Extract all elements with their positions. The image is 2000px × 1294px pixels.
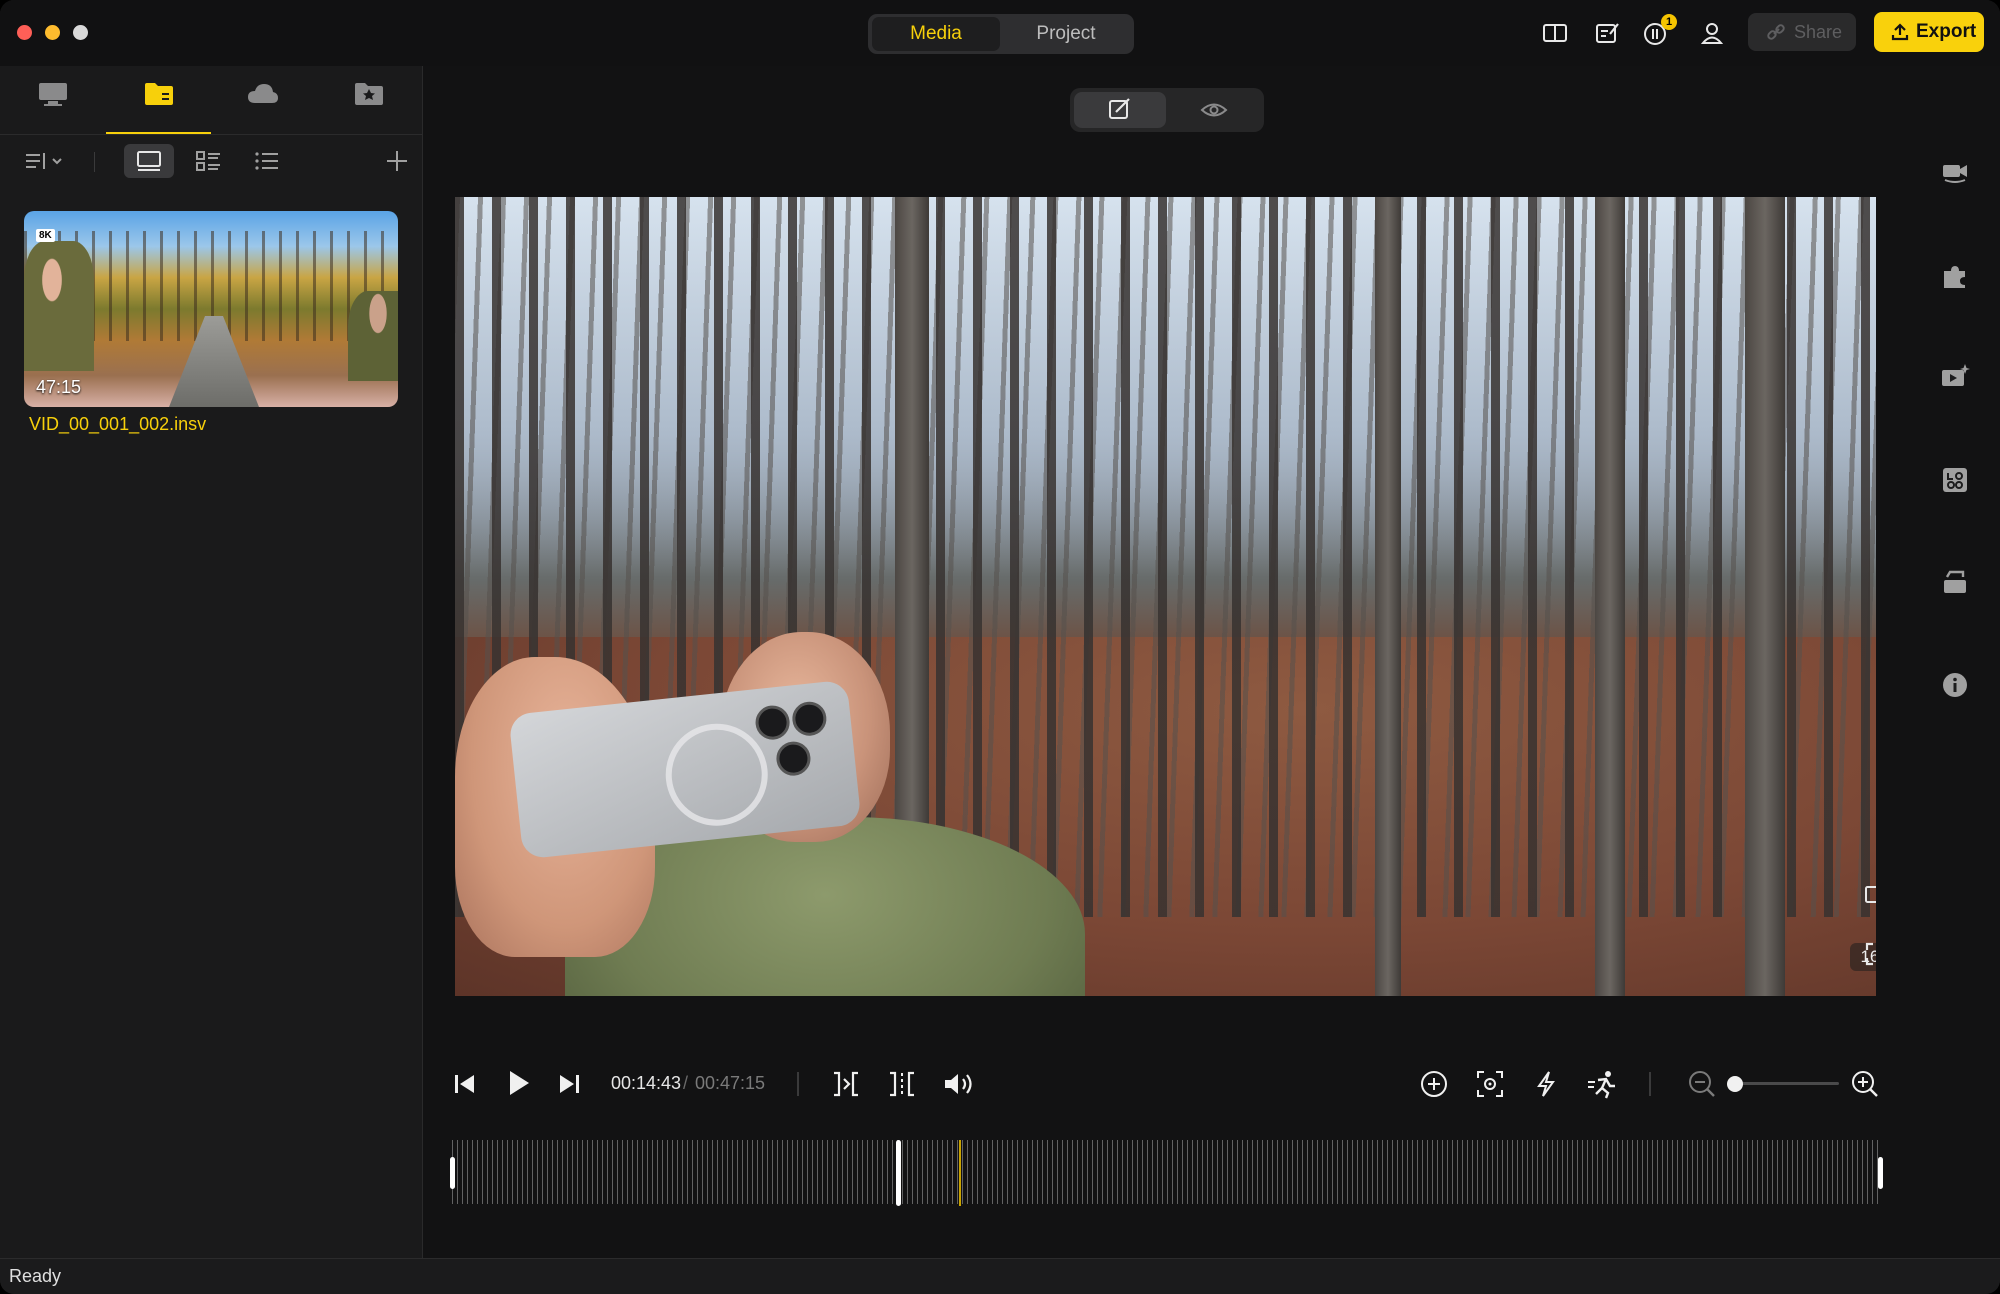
task-badge: 1 [1661,14,1677,30]
edit-mode-button[interactable] [1074,92,1166,128]
user-icon[interactable] [1697,18,1727,48]
current-time: 00:14:43 [611,1073,682,1093]
phone-magsafe-ring [660,718,773,831]
timeline-end-handle[interactable] [1878,1157,1883,1189]
info-icon[interactable] [1940,670,1970,700]
status-bar: Ready [0,1258,2000,1294]
divider [0,134,422,135]
ai-video-icon[interactable] [1940,362,1970,392]
share-label: Share [1794,22,1843,42]
preview-eye-icon [1200,103,1228,117]
local-disk-icon[interactable] [36,78,70,110]
thumbnail-person-right [348,291,398,381]
timeline-track[interactable] [452,1140,1880,1204]
tab-project[interactable]: Project [1002,17,1130,51]
video-preview[interactable]: 16:9 [455,197,1876,996]
camera-icon[interactable] [1940,156,1970,186]
link-icon [1767,24,1785,40]
zoom-slider-track[interactable] [1735,1082,1839,1085]
clip-duration: 47:15 [36,377,82,397]
skip-back-icon[interactable] [450,1070,478,1098]
divider [1649,1072,1651,1096]
logo-icon[interactable] [1940,465,1970,495]
minimize-window-button[interactable] [45,25,60,40]
share-button[interactable]: Share [1748,13,1856,51]
play-icon[interactable] [502,1066,534,1100]
total-time: 00:47:15 [695,1073,766,1093]
trim-out-icon[interactable] [886,1068,918,1100]
media-project-switch: Media Project [868,14,1134,54]
status-text: Ready [9,1266,62,1286]
upload-icon [1891,23,1909,41]
titlebar: Media Project 1 Share Export [0,0,2000,66]
folder-icon[interactable] [142,78,176,110]
add-keyframe-icon[interactable] [1419,1069,1449,1099]
phone-lens [790,700,829,738]
timeline-start-handle[interactable] [450,1157,455,1189]
close-window-button[interactable] [17,25,32,40]
export-label: Export [1916,21,1977,42]
timeline-playhead[interactable] [896,1140,901,1206]
time-separator: / [683,1073,689,1093]
video-tree-trunk [1595,197,1625,996]
divider [94,152,95,172]
app-window: Media Project 1 Share Export 8K 47:15 VI… [0,0,2000,1294]
timeline-marker [959,1140,961,1206]
preview-mode-button[interactable] [1168,92,1260,128]
media-file-name[interactable]: VID_00_001_002.insv [29,414,206,435]
tab-media[interactable]: Media [872,17,1000,51]
video-person [455,597,1135,996]
fullscreen-icon[interactable] [1864,941,1876,967]
plugin-icon[interactable] [1940,261,1970,291]
zoom-window-button[interactable] [73,25,88,40]
ai-flash-icon[interactable] [1531,1069,1561,1099]
view-large-thumbnail-button[interactable] [124,144,174,178]
media-sidebar: 8K 47:15 VID_00_001_002.insv Pr [0,66,423,1294]
speed-runner-icon[interactable] [1586,1069,1618,1099]
grid-view-icon[interactable] [192,144,226,178]
add-media-icon[interactable] [382,144,412,178]
list-view-icon[interactable] [250,144,284,178]
phone-lens [753,703,792,742]
cloud-icon[interactable] [246,78,280,110]
layers-icon[interactable] [1940,567,1970,597]
video-tree-trunk [1745,197,1785,996]
sort-menu-icon[interactable] [24,144,68,178]
export-button[interactable]: Export [1874,12,1984,52]
video-tree-trunk [1375,197,1401,996]
zoom-slider-handle[interactable] [1727,1076,1743,1092]
divider [797,1072,799,1096]
zoom-out-icon[interactable] [1687,1069,1717,1099]
skip-forward-icon[interactable] [556,1070,584,1098]
thumbnail-person-left [24,241,94,371]
resolution-badge: 8K [36,229,55,242]
zoom-in-icon[interactable] [1850,1069,1880,1099]
pip-close-icon[interactable] [1864,882,1876,908]
preview-mode-switch [1070,88,1264,132]
phone-lens [774,739,813,778]
volume-icon[interactable] [942,1068,976,1100]
track-target-icon[interactable] [1475,1069,1505,1099]
panel-layout-icon[interactable] [1540,18,1570,48]
trim-in-icon[interactable] [830,1068,862,1100]
media-thumbnail[interactable]: 8K 47:15 [24,211,398,407]
large-thumbnail-icon [137,151,161,171]
edit-note-icon[interactable] [1592,18,1622,48]
favorites-icon[interactable] [352,78,386,110]
edit-icon [1109,98,1130,119]
